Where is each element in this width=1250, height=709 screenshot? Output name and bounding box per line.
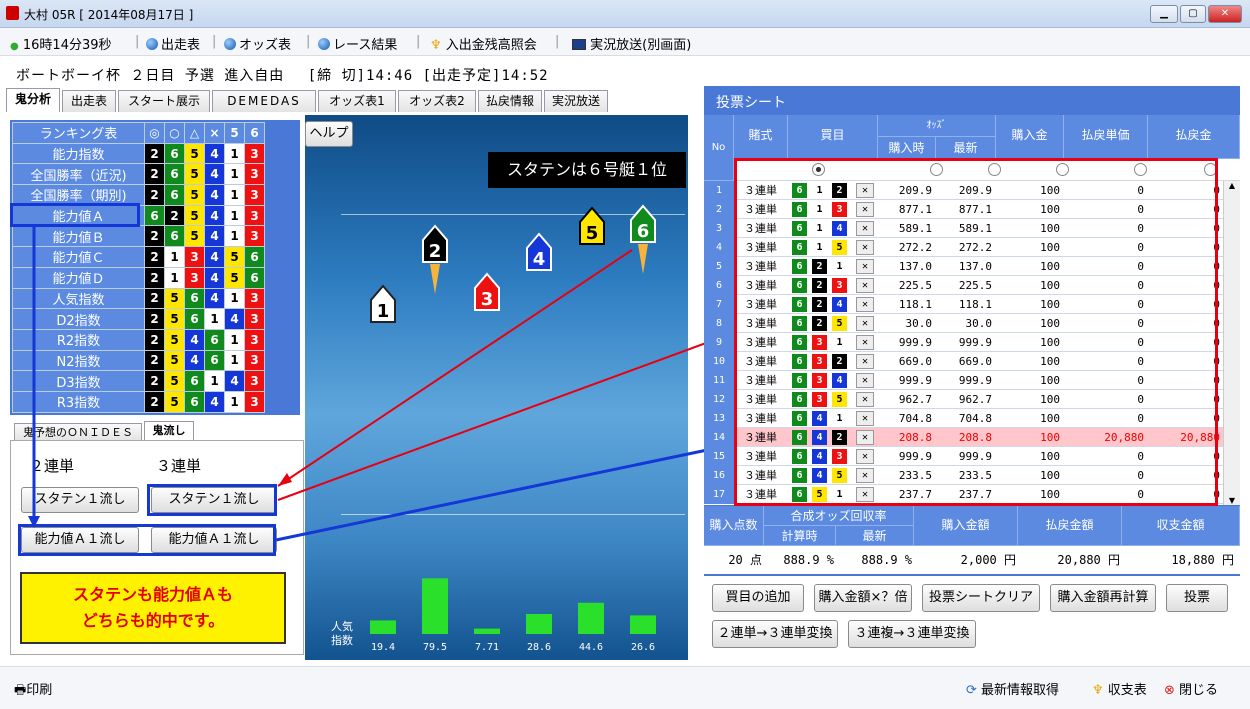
popularity-value: 19.4 [371, 642, 395, 653]
popularity-value: 28.6 [527, 642, 551, 653]
row-no: 13 [704, 409, 734, 428]
recalc-button[interactable]: 購入金額再計算 [1050, 584, 1156, 612]
boat-3: 3 [474, 272, 500, 311]
points-value: 20 点 [728, 553, 762, 567]
row-no: 15 [704, 447, 734, 466]
convert-exacta-button[interactable]: ２連単→３連単変換 [712, 620, 838, 648]
boat-6: 6 [630, 204, 656, 274]
row-no: 17 [704, 485, 734, 504]
printer-icon: 🖶 [14, 683, 27, 698]
scroll-down-icon[interactable]: ▼ [1224, 496, 1240, 505]
row-no: 16 [704, 466, 734, 485]
total-value: 2,000 円 [960, 553, 1016, 567]
col-amount: 購入金 [996, 115, 1064, 159]
key-icon: ♆ [1092, 683, 1104, 698]
svg-text:4: 4 [533, 249, 546, 270]
svg-text:5: 5 [586, 223, 599, 244]
popularity-value: 79.5 [423, 642, 447, 653]
refresh-button[interactable]: ⟳ 最新情報取得 [966, 679, 1059, 698]
col-combo: 買目 [788, 115, 878, 159]
highlight-sheet [734, 158, 1218, 506]
payout-value: 20,880 円 [1057, 553, 1120, 567]
refresh-icon: ⟳ [966, 683, 977, 698]
summary-panel: 購入点数 合成オッズ回収率 計算時 最新 購入金額 払戻金額 収支金額 20 点… [704, 506, 1240, 574]
chart-label-2: 指数 [331, 633, 353, 647]
row-no: 3 [704, 219, 734, 238]
multiply-amount-button[interactable]: 購入金額×？倍 [814, 584, 912, 612]
row-no: 12 [704, 390, 734, 409]
boat-4: 4 [526, 232, 552, 271]
arrow-staten-to-button [277, 249, 633, 487]
row-no: 4 [704, 238, 734, 257]
rate-latest-value: 888.9 % [861, 553, 912, 567]
svg-text:3: 3 [481, 289, 494, 310]
scroll-up-icon[interactable]: ▲ [1224, 181, 1240, 190]
col-odds: ｵｯｽﾞ [878, 115, 996, 137]
popularity-bar [422, 578, 448, 634]
rate-buy-value: 888.9 % [783, 553, 834, 567]
row-no: 14 [704, 428, 734, 447]
row-no: 7 [704, 295, 734, 314]
row-no: 10 [704, 352, 734, 371]
col-payout-unit: 払戻単価 [1064, 115, 1148, 159]
close-button[interactable]: ⊗ 閉じる [1164, 679, 1218, 698]
balance-value: 18,880 円 [1171, 553, 1234, 567]
close-icon: ⊗ [1164, 683, 1175, 698]
row-no: 1 [704, 181, 734, 200]
row-no: 11 [704, 371, 734, 390]
col-odds-buy: 購入時 [878, 137, 936, 159]
svg-text:1: 1 [377, 301, 390, 322]
popularity-value: 44.6 [579, 642, 603, 653]
print-button[interactable]: 🖶印刷 [14, 679, 52, 703]
arrow-button-to-sheet [277, 331, 737, 501]
svg-text:6: 6 [637, 221, 650, 242]
row-no: 2 [704, 200, 734, 219]
ledger-button[interactable]: ♆ 収支表 [1092, 679, 1147, 698]
col-payout: 払戻金 [1148, 115, 1240, 159]
sheet-scrollbar[interactable]: ▲ ▼ [1223, 181, 1240, 505]
row-no: 9 [704, 333, 734, 352]
clear-sheet-button[interactable]: 投票シートクリア [922, 584, 1040, 612]
add-combo-button[interactable]: 買目の追加 [712, 584, 804, 612]
popularity-bar [370, 620, 396, 634]
chart-label-1: 人気 [331, 619, 353, 633]
popularity-bar [630, 615, 656, 634]
popularity-bar [526, 613, 552, 634]
col-no: No [704, 115, 734, 181]
boat-2: 2 [422, 224, 448, 294]
row-no: 5 [704, 257, 734, 276]
convert-trio-button[interactable]: ３連複→３連単変換 [848, 620, 976, 648]
row-no: 6 [704, 276, 734, 295]
arrow-ability-a-to-sheet [275, 442, 737, 542]
boats-chart: 人気指数 19.4 79.5 7.71 28.6 44.6 26.6 [331, 578, 656, 653]
vote-button[interactable]: 投票 [1166, 584, 1228, 612]
boat-5: 5 [579, 206, 605, 245]
svg-text:2: 2 [429, 241, 442, 262]
sheet-title: 投票シート [716, 95, 786, 111]
col-type: 賭式 [734, 115, 788, 159]
popularity-value: 26.6 [631, 642, 655, 653]
popularity-value: 7.71 [475, 642, 499, 653]
col-odds-latest: 最新 [936, 137, 996, 159]
row-no: 8 [704, 314, 734, 333]
popularity-bar [474, 628, 500, 634]
popularity-bar [578, 602, 604, 634]
status-bar: 🖶印刷 ⟳ 最新情報取得 ♆ 収支表 ⊗ 閉じる [0, 666, 1250, 709]
boat-1: 1 [370, 284, 396, 323]
